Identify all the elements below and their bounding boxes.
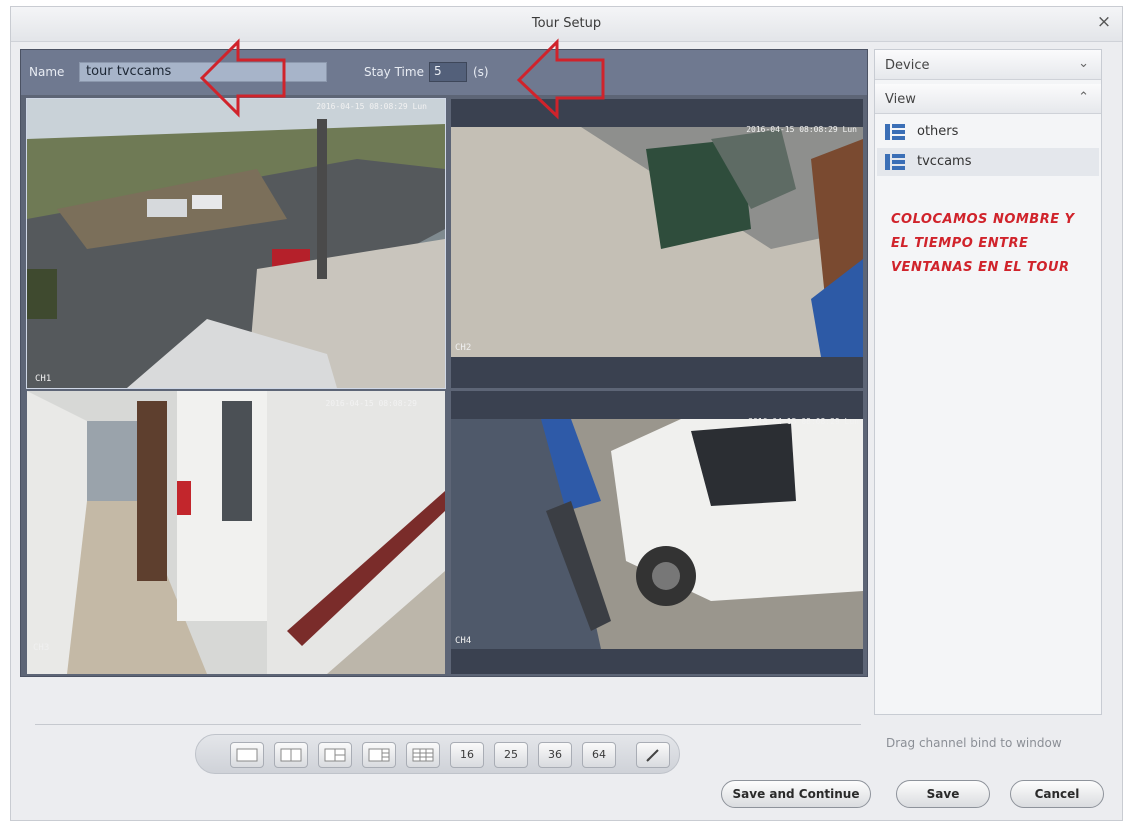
view-label: View — [885, 92, 916, 107]
chevron-up-icon: ⌃ — [1078, 90, 1089, 105]
camera-timestamp: 2016-04-15 08:08:29 Lun — [746, 125, 857, 134]
edit-layout-button[interactable] — [636, 742, 670, 768]
camera-window-3[interactable]: 2016-04-15 08:08:29 CH3 — [27, 391, 445, 674]
camera-channel-label: CH3 — [33, 643, 50, 653]
layout-2-icon — [280, 748, 302, 762]
camera-timestamp: 2016-04-15 08:08:29 — [325, 399, 417, 408]
camera-channel-label: CH4 — [455, 636, 472, 646]
camera-feed-street — [27, 99, 445, 388]
stay-time-unit: (s) — [473, 65, 489, 79]
tour-form-bar: Name tour tvccams Stay Time 5 (s) — [21, 50, 867, 95]
layout-36-button[interactable]: 36 — [538, 742, 572, 768]
annotation-note: COLOCAMOS NOMBRE Y EL TIEMPO ENTRE VENTA… — [891, 212, 1075, 275]
camera-feed-dumpster — [451, 99, 863, 388]
layout-1-button[interactable] — [230, 742, 264, 768]
view-item-label: tvccams — [917, 154, 972, 169]
layout-4-button[interactable] — [362, 742, 396, 768]
device-section-header[interactable]: Device ⌄ — [875, 50, 1101, 80]
drag-hint: Drag channel bind to window — [886, 736, 1062, 750]
layout-9-button[interactable] — [406, 742, 440, 768]
view-section-header[interactable]: View ⌃ — [875, 84, 1101, 114]
right-panel: Device ⌄ View ⌃ others tvccams COLOCAMOS… — [874, 49, 1102, 715]
save-and-continue-button[interactable]: Save and Continue — [721, 780, 871, 808]
layout-9-icon — [412, 748, 434, 762]
layout-3-button[interactable] — [318, 742, 352, 768]
view-item-tvccams[interactable]: tvccams — [877, 148, 1099, 176]
camera-timestamp: 2016-04-15 08:08:29 Lun — [316, 102, 427, 111]
stay-time-input[interactable]: 5 — [429, 62, 467, 82]
annotation-arrow-stay-time — [516, 38, 605, 120]
layout-toolbar: 16 25 36 64 — [195, 734, 680, 774]
dialog-title: Tour Setup — [531, 16, 602, 31]
view-item-label: others — [917, 124, 959, 139]
divider — [35, 724, 861, 725]
layout-2-button[interactable] — [274, 742, 308, 768]
video-wall: Name tour tvccams Stay Time 5 (s) 2016-0… — [20, 49, 868, 677]
stay-time-label: Stay Time — [364, 65, 424, 79]
device-label: Device — [885, 58, 930, 73]
layout-3-icon — [324, 748, 346, 762]
view-list-icon — [885, 154, 905, 170]
annotation-arrow-name — [199, 38, 286, 118]
layout-64-button[interactable]: 64 — [582, 742, 616, 768]
camera-window-4[interactable]: 2016-04-15 08:08:29 Lun CH4 — [451, 391, 863, 674]
camera-channel-label: CH2 — [455, 343, 472, 353]
view-list-icon — [885, 124, 905, 140]
cancel-button[interactable]: Cancel — [1010, 780, 1104, 808]
pencil-icon — [646, 749, 659, 762]
name-label: Name — [29, 65, 65, 79]
camera-window-1[interactable]: 2016-04-15 08:08:29 Lun CH1 — [26, 98, 446, 389]
camera-timestamp: 2016-04-15 08:08:29 Lun — [748, 417, 859, 426]
title-bar: Tour Setup × — [11, 7, 1122, 42]
camera-window-2[interactable]: 2016-04-15 08:08:29 Lun CH2 — [451, 99, 863, 388]
save-button[interactable]: Save — [896, 780, 990, 808]
camera-feed-van — [451, 391, 863, 674]
camera-feed-stairwell — [27, 391, 445, 674]
layout-16-button[interactable]: 16 — [450, 742, 484, 768]
camera-channel-label: CH1 — [35, 374, 52, 384]
view-item-others[interactable]: others — [877, 118, 1099, 146]
layout-25-button[interactable]: 25 — [494, 742, 528, 768]
close-icon[interactable]: × — [1094, 12, 1114, 32]
layout-1-icon — [236, 748, 258, 762]
layout-4-icon — [368, 748, 390, 762]
chevron-down-icon: ⌄ — [1078, 56, 1089, 71]
